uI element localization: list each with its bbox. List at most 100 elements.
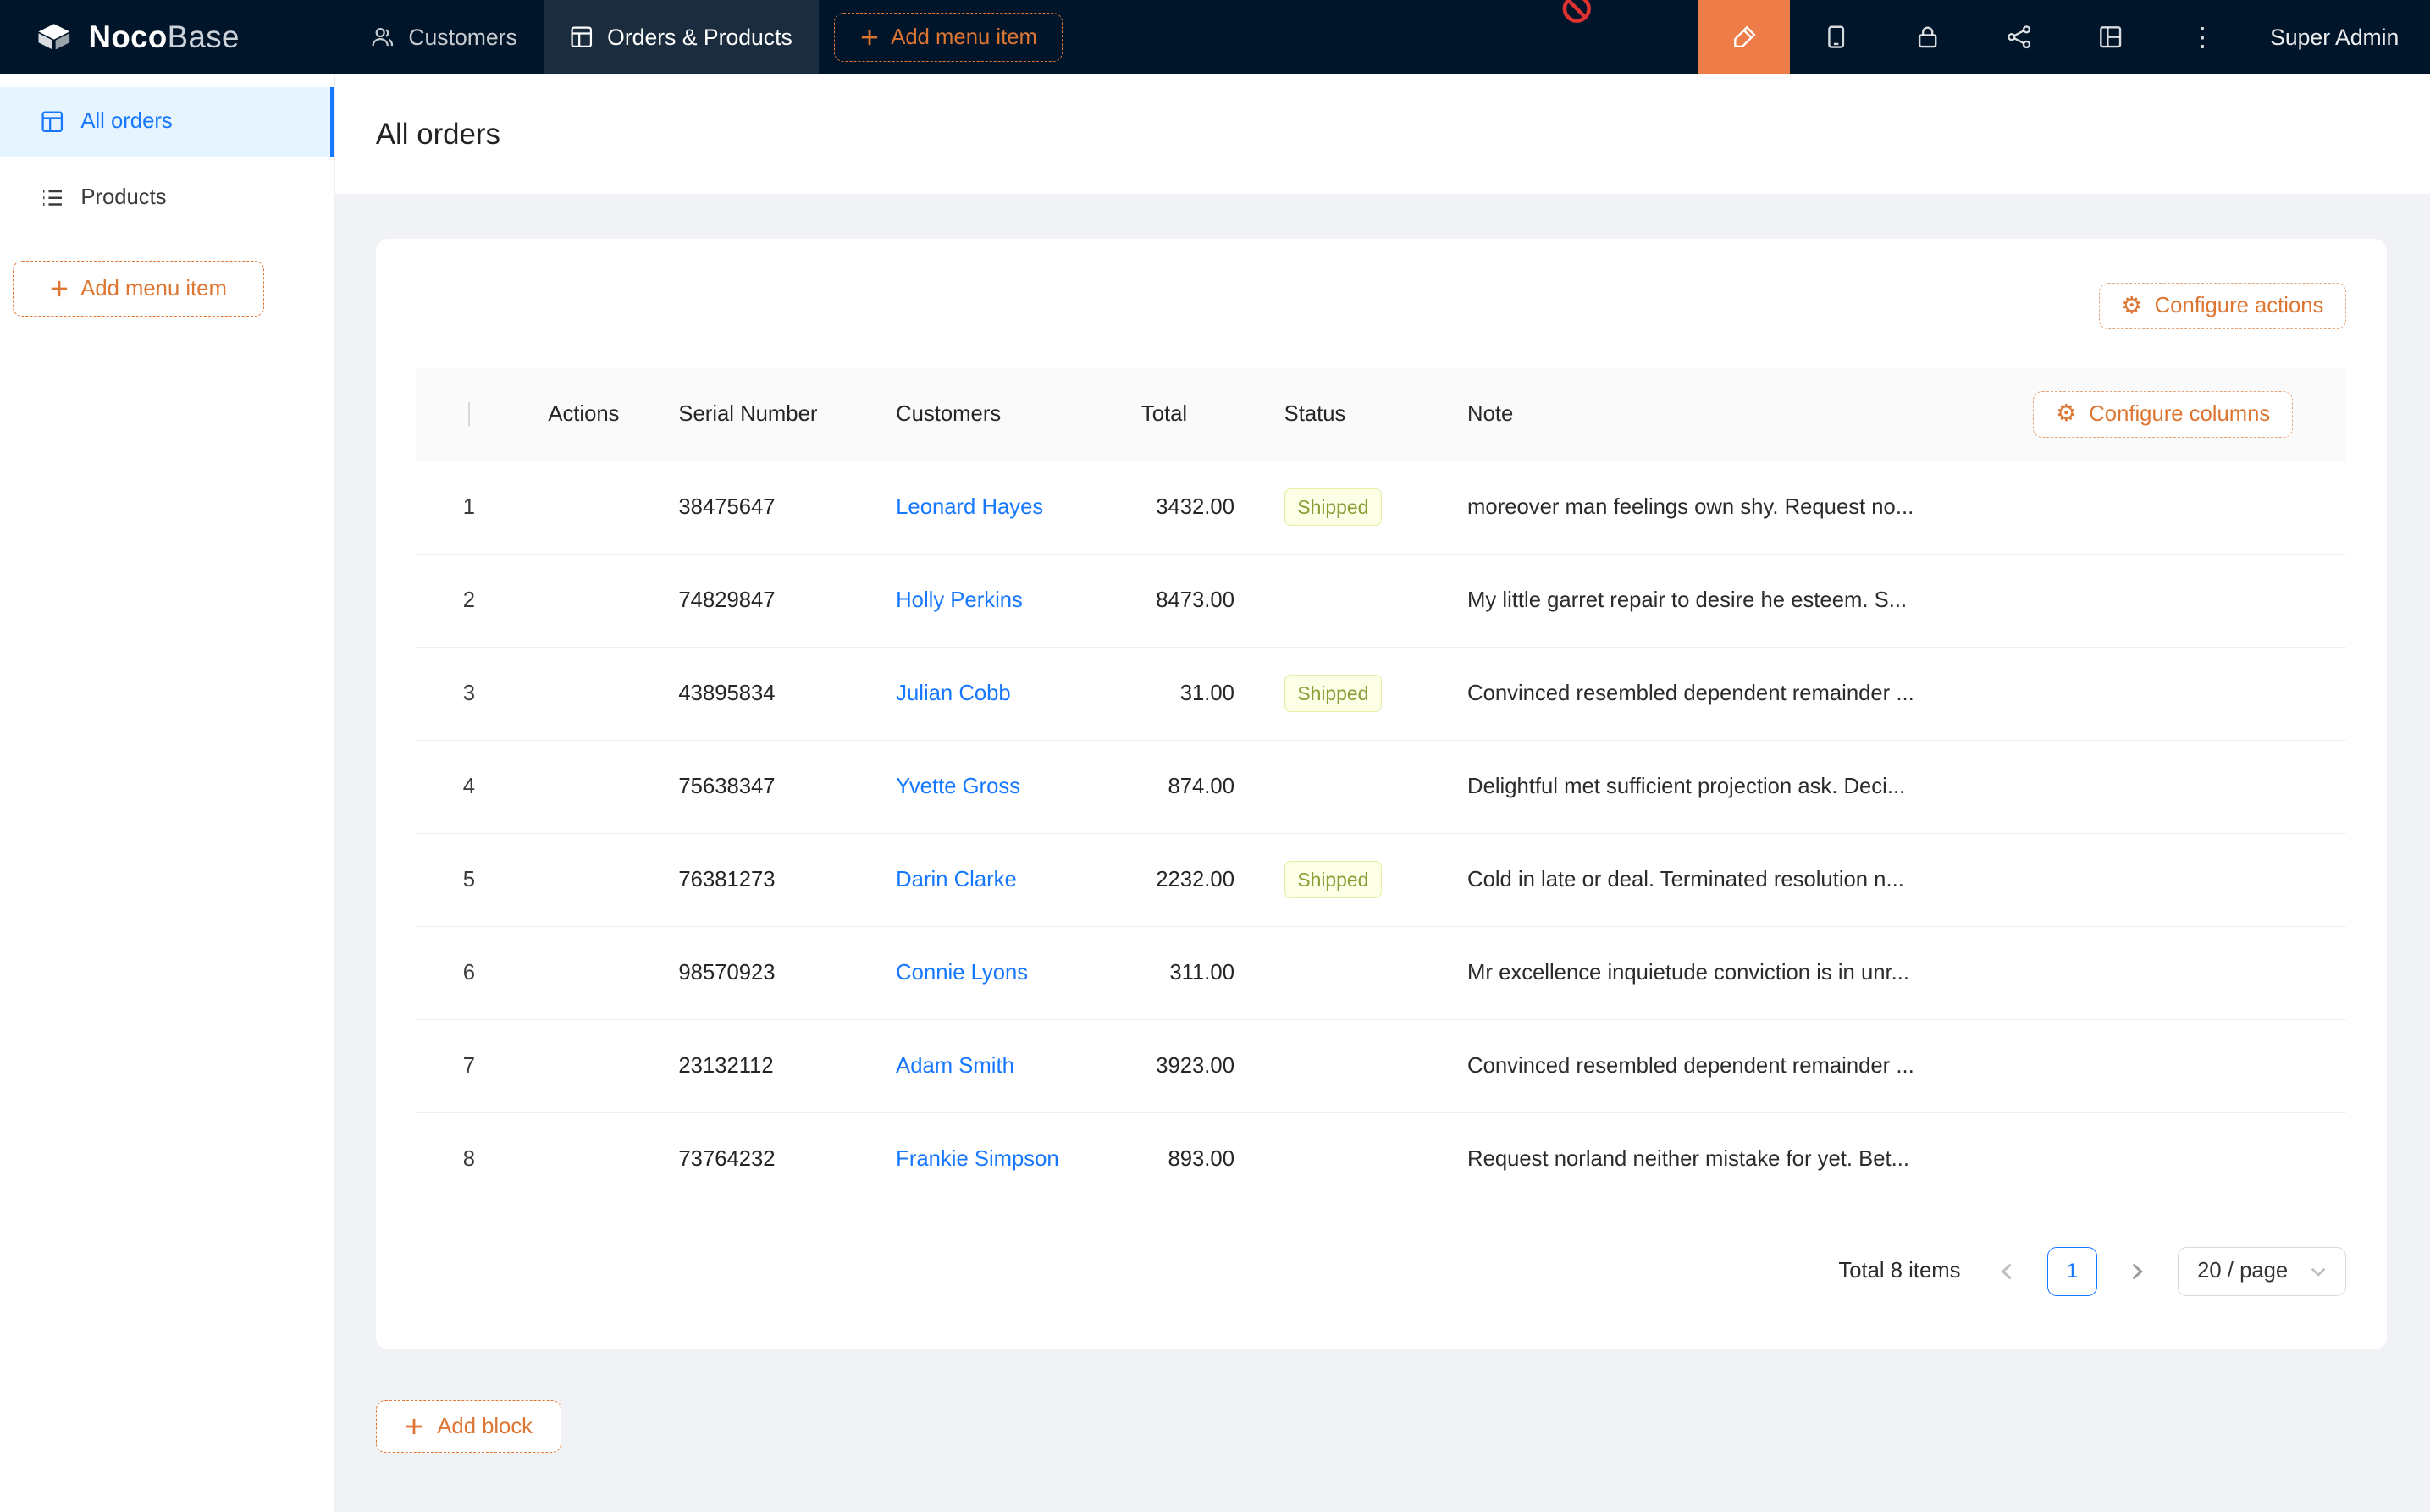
more-button[interactable]: ⋮ (2157, 0, 2248, 74)
not-allowed-cursor-icon (1560, 0, 1593, 25)
sidebar-item-products[interactable]: Products (0, 163, 334, 234)
highlighter-icon (1731, 24, 1758, 50)
page-size-select[interactable]: 20 / page (2178, 1247, 2346, 1297)
customer-link[interactable]: Julian Cobb (896, 682, 1011, 705)
status-cell: Shipped (1257, 861, 1436, 898)
column-header-status: Status (1257, 402, 1436, 427)
user-menu[interactable]: Super Admin (2248, 25, 2430, 51)
plus-icon (50, 279, 69, 298)
table-row[interactable]: 3 43895834 Julian Cobb 31.00 Shipped Con… (416, 648, 2346, 741)
serial-cell: 74829847 (652, 588, 870, 613)
logo[interactable]: NocoBase (0, 17, 345, 58)
table-row[interactable]: 4 75638347 Yvette Gross 874.00 Delightfu… (416, 741, 2346, 834)
pagination-page-1[interactable]: 1 (2047, 1247, 2097, 1297)
total-cell: 3432.00 (1115, 495, 1258, 520)
sidebar-add-menu-item-label: Add menu item (80, 277, 227, 301)
chevron-right-icon (2129, 1262, 2145, 1281)
pagination-prev-button[interactable] (1985, 1247, 2029, 1297)
main-area: All orders ⚙ Configure actions Actions S… (335, 74, 2430, 1512)
layout-icon (2098, 25, 2123, 49)
total-cell: 874.00 (1115, 775, 1258, 799)
layout-template-button[interactable] (2065, 0, 2157, 74)
configure-columns-label: Configure columns (2089, 402, 2270, 427)
status-badge: Shipped (1284, 488, 1382, 526)
note-cell: moreover man feelings own shy. Request n… (1436, 495, 1980, 520)
lock-button[interactable] (1882, 0, 1974, 74)
customer-link[interactable]: Leonard Hayes (896, 495, 1043, 519)
serial-cell: 43895834 (652, 682, 870, 706)
page-size-value: 20 / page (2197, 1259, 2288, 1283)
table-row[interactable]: 5 76381273 Darin Clarke 2232.00 Shipped … (416, 834, 2346, 927)
ui-editor-button[interactable] (1698, 0, 1790, 74)
column-header-customers: Customers (870, 402, 1115, 427)
customer-link[interactable]: Darin Clarke (896, 868, 1017, 891)
sidebar-item-label: All orders (80, 109, 172, 134)
nav-item-orders-products[interactable]: Orders & Products (544, 0, 819, 74)
configure-actions-button[interactable]: ⚙ Configure actions (2099, 283, 2346, 329)
serial-cell: 76381273 (652, 868, 870, 892)
select-all-checkbox[interactable] (468, 402, 470, 427)
row-index: 6 (416, 961, 522, 985)
customer-link[interactable]: Connie Lyons (896, 961, 1028, 985)
top-nav: Customers Orders & Products (345, 0, 819, 74)
note-cell: Cold in late or deal. Terminated resolut… (1436, 868, 1980, 892)
row-index: 4 (416, 775, 522, 799)
page-title: All orders (376, 118, 500, 152)
table-toolbar: ⚙ Configure actions (416, 283, 2346, 329)
serial-cell: 23132112 (652, 1054, 870, 1079)
total-cell: 8473.00 (1115, 588, 1258, 613)
note-cell: Delightful met sufficient projection ask… (1436, 775, 1980, 799)
table-row[interactable]: 1 38475647 Leonard Hayes 3432.00 Shipped… (416, 461, 2346, 555)
total-cell: 3923.00 (1115, 1054, 1258, 1079)
orders-products-icon (570, 25, 594, 49)
gear-icon: ⚙ (2056, 402, 2077, 426)
customer-link[interactable]: Frankie Simpson (896, 1147, 1059, 1171)
products-list-icon (41, 186, 64, 210)
note-cell: Convinced resembled dependent remainder … (1436, 682, 1980, 706)
table-row[interactable]: 7 23132112 Adam Smith 3923.00 Convinced … (416, 1020, 2346, 1113)
sidebar-item-label: Products (80, 185, 166, 210)
plus-icon (405, 1417, 423, 1436)
pagination-next-button[interactable] (2116, 1247, 2159, 1297)
table-row[interactable]: 8 73764232 Frankie Simpson 893.00 Reques… (416, 1113, 2346, 1206)
row-index: 1 (416, 495, 522, 520)
nav-item-customers[interactable]: Customers (345, 0, 544, 74)
customer-link[interactable]: Yvette Gross (896, 775, 1020, 798)
header-spacer (1063, 0, 1698, 74)
gear-icon: ⚙ (2121, 295, 2142, 318)
customer-link[interactable]: Holly Perkins (896, 588, 1023, 612)
customer-link[interactable]: Adam Smith (896, 1054, 1014, 1078)
header-add-menu-item-label: Add menu item (891, 25, 1037, 50)
sidebar-item-all-orders[interactable]: All orders (0, 87, 334, 157)
total-cell: 311.00 (1115, 961, 1258, 985)
pagination-total: Total 8 items (1838, 1259, 1960, 1283)
api-icon (2007, 25, 2031, 49)
status-cell: Shipped (1257, 675, 1436, 712)
table-row[interactable]: 6 98570923 Connie Lyons 311.00 Mr excell… (416, 927, 2346, 1020)
sidebar-add-menu-item-button[interactable]: Add menu item (13, 261, 264, 317)
more-icon: ⋮ (2190, 22, 2216, 52)
column-header-serial: Serial Number (652, 402, 870, 427)
api-button[interactable] (1974, 0, 2065, 74)
serial-cell: 38475647 (652, 495, 870, 520)
configure-columns-button[interactable]: ⚙ Configure columns (2033, 391, 2293, 438)
orders-table-block: ⚙ Configure actions Actions Serial Numbe… (376, 239, 2387, 1349)
add-block-button[interactable]: Add block (376, 1400, 561, 1453)
row-index: 7 (416, 1054, 522, 1079)
configure-actions-label: Configure actions (2155, 294, 2324, 318)
note-cell: Convinced resembled dependent remainder … (1436, 1054, 1980, 1079)
row-index: 8 (416, 1147, 522, 1172)
configure-columns-cell: ⚙ Configure columns (1980, 391, 2346, 438)
column-header-note: Note (1436, 402, 1980, 427)
table-row[interactable]: 2 74829847 Holly Perkins 8473.00 My litt… (416, 555, 2346, 648)
row-index: 2 (416, 588, 522, 613)
mobile-preview-button[interactable] (1790, 0, 1881, 74)
pagination: Total 8 items 1 20 / page (416, 1247, 2346, 1297)
row-index: 3 (416, 682, 522, 706)
chevron-down-icon (2310, 1266, 2327, 1278)
status-badge: Shipped (1284, 861, 1382, 898)
lock-icon (1915, 25, 1940, 49)
header-add-menu-item-button[interactable]: Add menu item (834, 13, 1063, 63)
chevron-left-icon (1999, 1262, 2014, 1281)
select-all-cell (416, 402, 522, 427)
